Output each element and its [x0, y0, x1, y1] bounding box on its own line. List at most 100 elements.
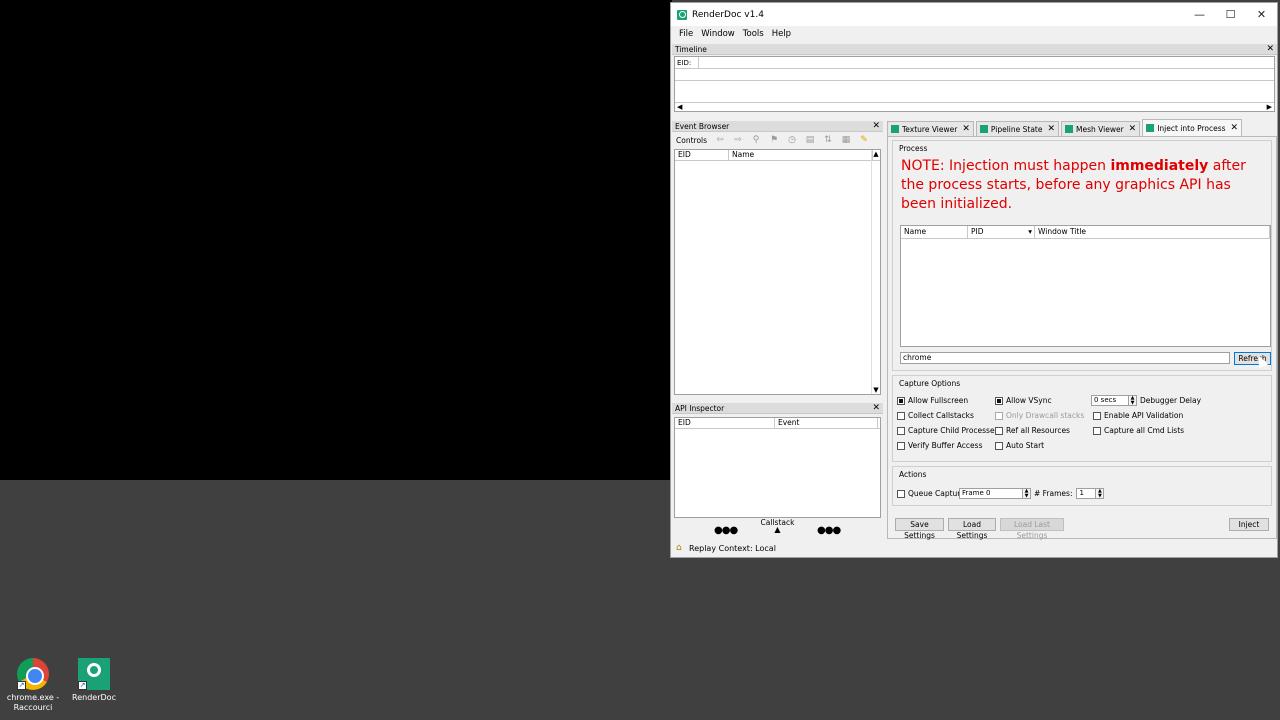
column-header-name[interactable]: Name [901, 226, 968, 238]
column-header-eid[interactable]: EID [675, 150, 729, 160]
column-header-pid[interactable]: PID ▾ [968, 226, 1035, 238]
menu-window[interactable]: Window [697, 29, 739, 39]
scroll-right-icon[interactable]: ▶ [1267, 103, 1272, 111]
timeline-title: Timeline [675, 44, 707, 54]
enable-api-validation-checkbox[interactable]: Enable API Validation [1093, 410, 1183, 421]
capture-child-processes-checkbox[interactable]: Capture Child Processes [897, 425, 998, 436]
menu-help[interactable]: Help [768, 29, 795, 39]
inject-into-process-panel: Process NOTE: Injection must happen imme… [887, 136, 1277, 540]
sort-chevron-down-icon: ▾ [1028, 227, 1032, 236]
event-list-scrollbar[interactable]: ▲ ▼ [871, 150, 880, 394]
api-event-list[interactable]: EID Event [674, 417, 881, 518]
actions-group: Actions Queue Capture Frame 0 ▲ ▼ # Frame… [892, 466, 1272, 506]
close-icon[interactable]: ✕ [872, 403, 880, 413]
close-icon[interactable]: ✕ [1129, 124, 1137, 134]
num-frames-stepper[interactable]: ▲ ▼ [1096, 488, 1105, 499]
desktop-black-area [0, 0, 672, 480]
minimize-button[interactable]: — [1184, 8, 1215, 21]
column-header-event[interactable]: Event [775, 418, 878, 428]
tab-texture-viewer[interactable]: Texture Viewer ✕ [887, 121, 974, 136]
close-icon[interactable]: ✕ [1266, 44, 1274, 54]
debugger-delay-label: Debugger Delay [1140, 396, 1202, 405]
capture-options-title: Capture Options [899, 379, 961, 388]
time-clock-icon[interactable]: ◷ [785, 134, 799, 147]
desktop-icon-chrome[interactable]: ↗ chrome.exe - Raccourci [0, 658, 66, 713]
bookmark-flag-icon[interactable]: ⚑ [767, 134, 781, 147]
forward-arrow-icon[interactable]: ⇨ [731, 134, 745, 147]
process-table[interactable]: Name PID ▾ Window Title [900, 225, 1271, 347]
tab-pipeline-state[interactable]: Pipeline State ✕ [975, 121, 1060, 136]
timeline-eid-label: EID: [677, 57, 699, 69]
tab-bar: Texture Viewer ✕ Pipeline State ✕ Mesh V… [887, 119, 1277, 136]
tab-label: Pipeline State [990, 124, 1043, 134]
close-icon[interactable]: ✕ [872, 121, 880, 131]
column-header-window-title[interactable]: Window Title [1035, 226, 1270, 238]
note-emphasis: immediately [1110, 158, 1209, 174]
event-list[interactable]: EID Name ▲ ▼ [674, 149, 881, 395]
capture-all-cmd-lists-checkbox[interactable]: Capture all Cmd Lists [1093, 425, 1184, 436]
chrome-icon: ↗ [17, 658, 49, 690]
process-group: Process NOTE: Injection must happen imme… [892, 140, 1272, 371]
columns-icon[interactable]: ▦ [839, 134, 853, 147]
close-icon[interactable]: ✕ [1231, 123, 1239, 133]
scroll-up-icon[interactable]: ▲ [872, 150, 880, 158]
scroll-left-icon[interactable]: ◀ [677, 103, 682, 111]
back-arrow-icon[interactable]: ⇦ [713, 134, 727, 147]
queue-frame-stepper[interactable]: ▲ ▼ [1023, 488, 1031, 499]
event-browser-title-bar[interactable]: Event Browser ✕ [672, 121, 883, 132]
queue-frame-input[interactable]: Frame 0 [959, 488, 1023, 499]
scroll-down-icon[interactable]: ▼ [872, 386, 880, 394]
shortcut-arrow-icon: ↗ [78, 681, 87, 690]
api-inspector-title-bar[interactable]: API Inspector ✕ [672, 403, 883, 414]
debugger-delay-stepper[interactable]: ▲ ▼ [1129, 395, 1137, 406]
status-text: Replay Context: Local [689, 543, 776, 553]
save-settings-button[interactable]: Save Settings [895, 518, 944, 540]
folder-icon[interactable]: ✎ [857, 134, 871, 147]
callstack-splitter[interactable]: ●●● Callstack ▲ ●●● [672, 518, 883, 538]
expand-up-icon[interactable]: ▲ [672, 526, 883, 534]
actions-title: Actions [899, 470, 927, 479]
num-frames-input[interactable]: 1 [1076, 488, 1097, 499]
status-bar: ⌂ Replay Context: Local [671, 539, 1277, 557]
collect-callstacks-checkbox[interactable]: Collect Callstacks [897, 410, 974, 421]
desktop-icon-renderdoc[interactable]: ↗ RenderDoc [61, 658, 127, 703]
collapse-icon[interactable]: ⇅ [821, 134, 835, 147]
load-settings-button[interactable]: Load Settings [948, 518, 996, 540]
tab-mesh-viewer[interactable]: Mesh Viewer ✕ [1061, 121, 1141, 136]
num-frames-label: # Frames: [1034, 489, 1073, 498]
debugger-delay-input[interactable]: 0 secs [1091, 395, 1129, 406]
texture-viewer-icon [891, 125, 899, 133]
allow-fullscreen-checkbox[interactable]: Allow Fullscreen [897, 395, 968, 406]
allow-vsync-checkbox[interactable]: Allow VSync [995, 395, 1052, 406]
export-icon[interactable]: ▤ [803, 134, 817, 147]
close-button[interactable]: ✕ [1246, 8, 1277, 21]
renderdoc-icon: ↗ [78, 658, 110, 690]
column-header-eid[interactable]: EID [675, 418, 775, 428]
tab-inject-into-process[interactable]: Inject into Process ✕ [1142, 119, 1243, 136]
maximize-button[interactable]: ☐ [1215, 8, 1246, 21]
pipeline-state-icon [979, 125, 988, 133]
timeline-title-bar[interactable]: Timeline ✕ [672, 44, 1277, 55]
api-inspector-title: API Inspector [675, 403, 725, 413]
tab-label: Texture Viewer [902, 124, 958, 134]
auto-start-checkbox[interactable]: Auto Start [995, 440, 1044, 451]
find-icon[interactable]: ⚲ [749, 134, 763, 147]
process-filter-input[interactable]: chrome [900, 352, 1230, 364]
inject-button[interactable]: Inject [1229, 518, 1269, 531]
timeline-scrollbar[interactable]: ◀ ▶ [675, 102, 1274, 111]
title-bar[interactable]: RenderDoc v1.4 — ☐ ✕ [671, 3, 1277, 26]
close-icon[interactable]: ✕ [962, 124, 970, 134]
menu-tools[interactable]: Tools [739, 29, 768, 39]
column-header-name[interactable]: Name [729, 150, 873, 160]
only-drawcall-stacks-checkbox: Only Drawcall stacks [995, 410, 1084, 421]
shortcut-arrow-icon: ↗ [17, 681, 26, 690]
timeline-body[interactable]: EID: ◀ ▶ [674, 56, 1275, 112]
controls-label: Controls [676, 136, 708, 145]
close-icon[interactable]: ✕ [1047, 124, 1055, 134]
queue-capture-checkbox[interactable]: Queue Capture [897, 488, 965, 499]
ref-all-resources-checkbox[interactable]: Ref all Resources [995, 425, 1070, 436]
verify-buffer-access-checkbox[interactable]: Verify Buffer Access [897, 440, 982, 451]
splitter-dots-icon: ●●● [817, 525, 841, 536]
menu-file[interactable]: File [675, 29, 697, 39]
api-inspector-panel: API Inspector ✕ EID Event ●●● Callstack … [672, 403, 883, 539]
